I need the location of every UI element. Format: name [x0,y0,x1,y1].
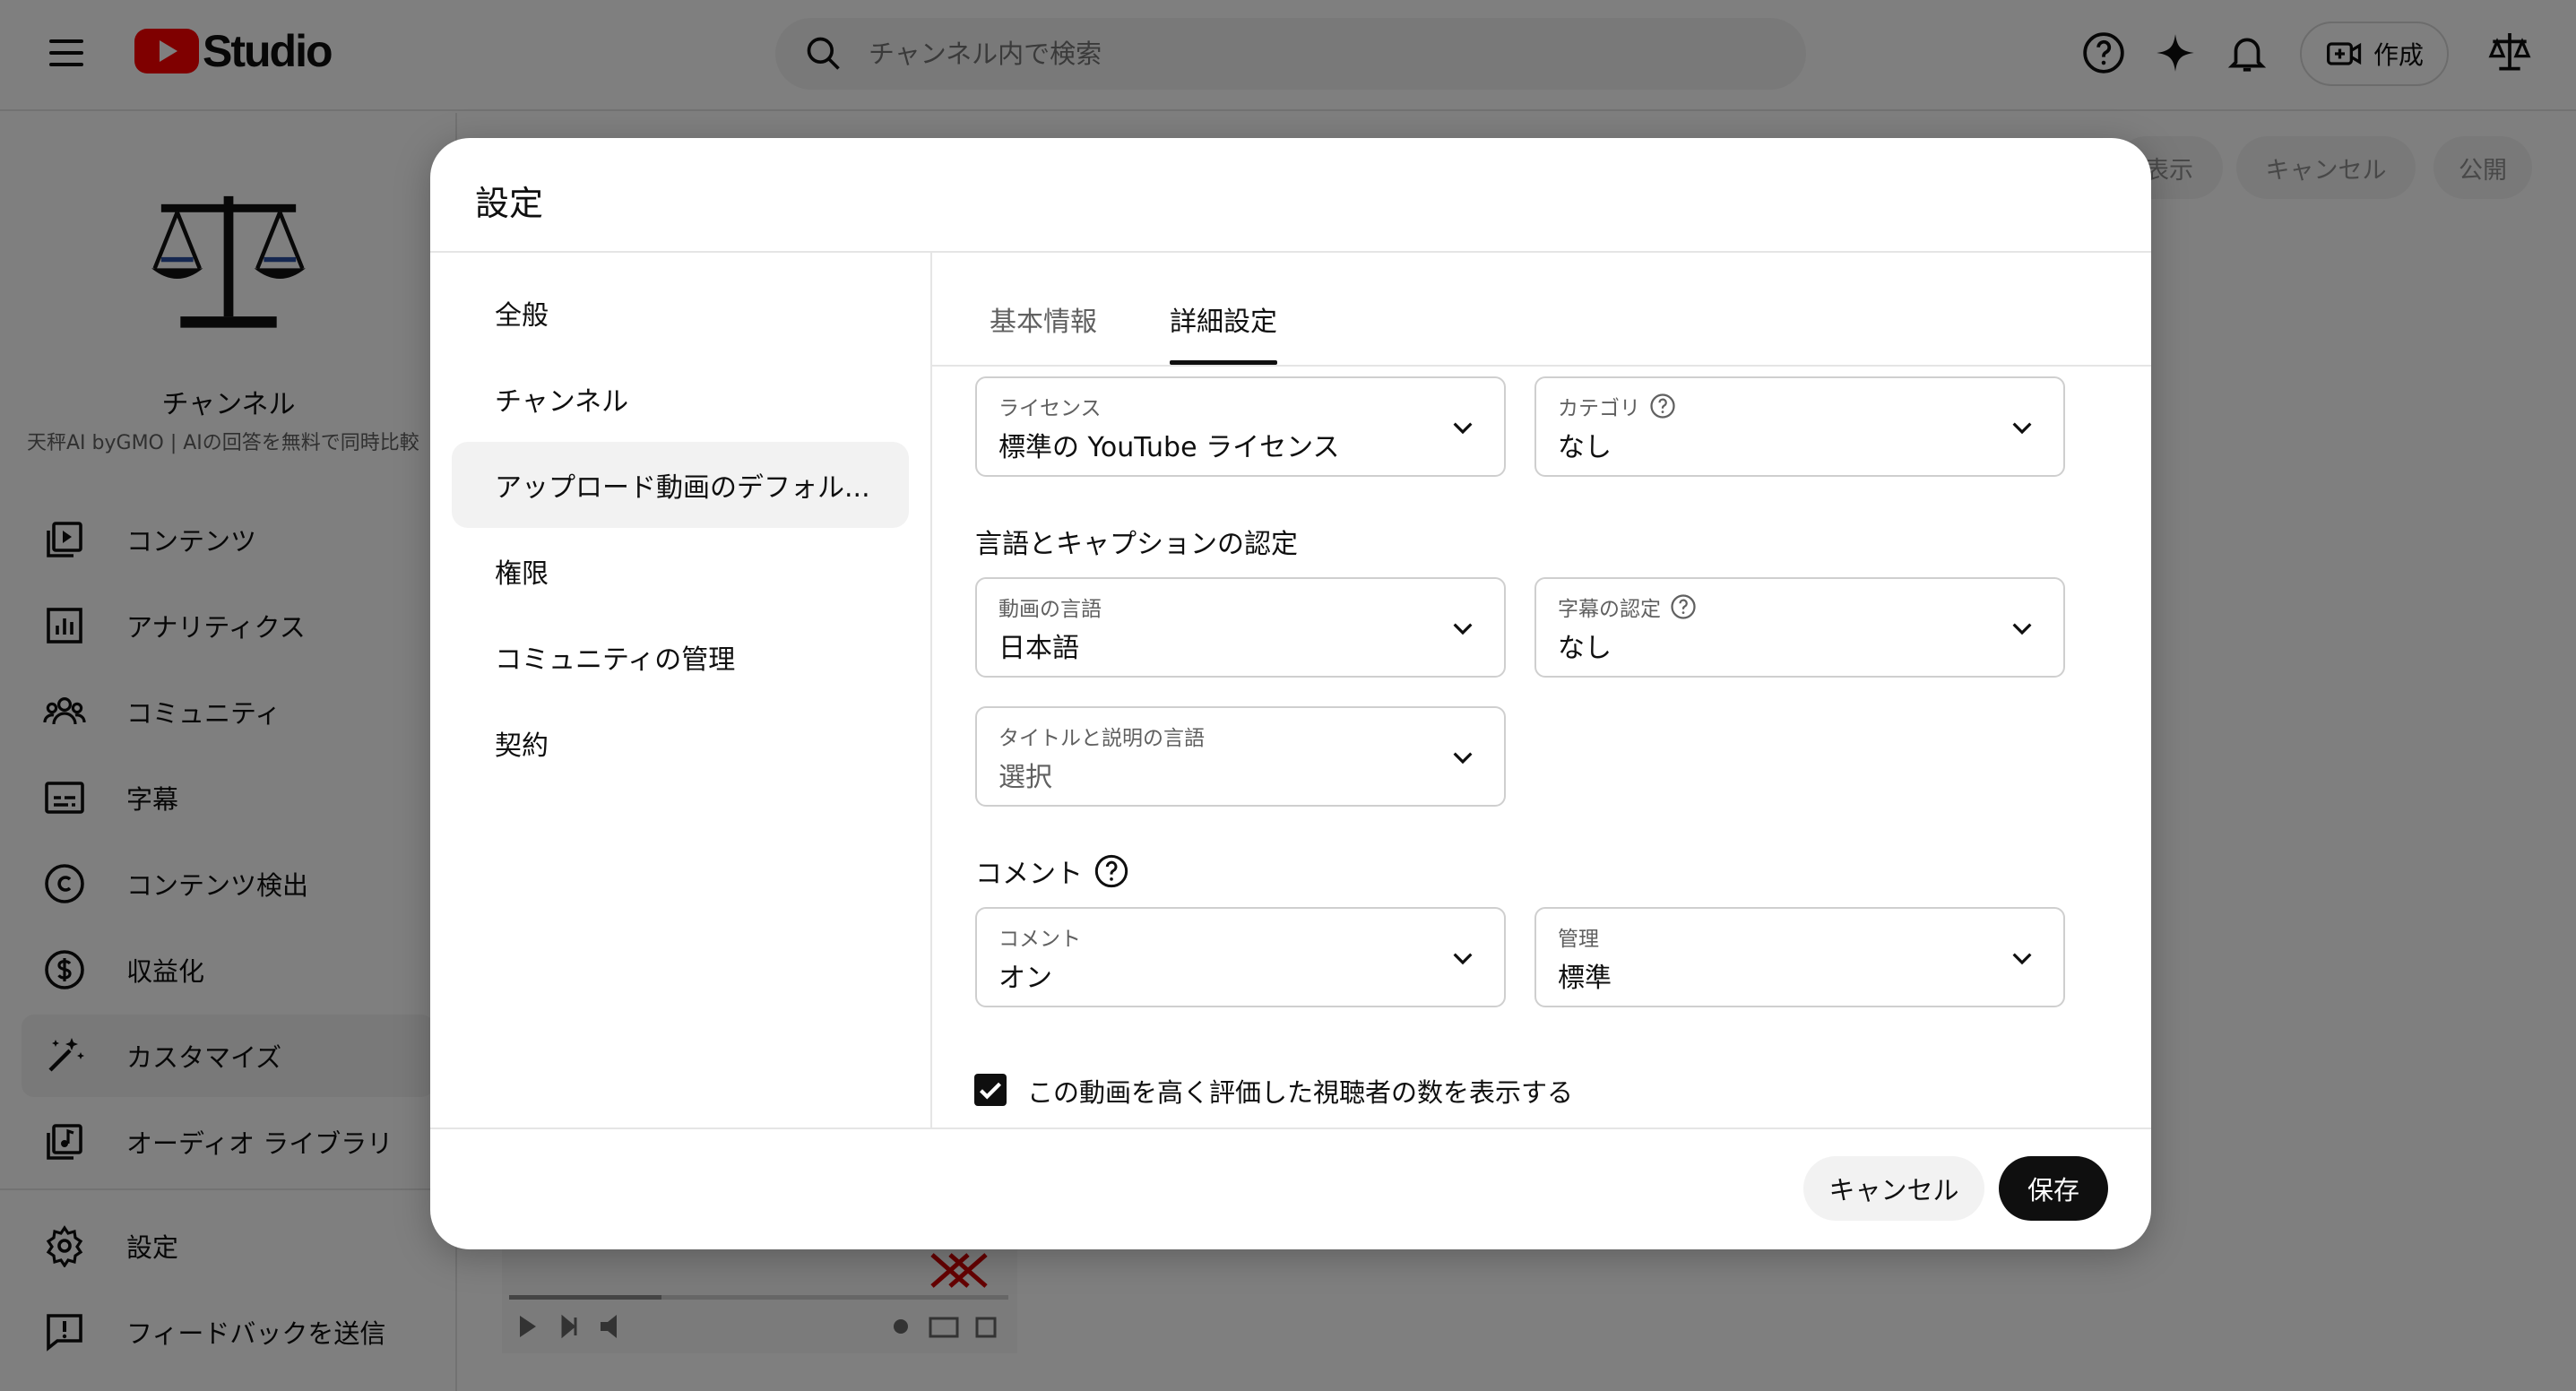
chevron-down-icon [2012,422,2032,435]
chevron-down-icon [1453,752,1473,765]
moderation-value: 標準 [1558,963,1612,994]
comments-dropdown[interactable]: コメント オン [975,907,1506,1007]
nav-item-channel[interactable]: チャンネル [452,356,909,442]
show-likes-checkbox[interactable] [974,1074,1007,1106]
save-button[interactable]: 保存 [1999,1156,2108,1221]
cancel-button[interactable]: キャンセル [1803,1156,1984,1221]
video-language-dropdown[interactable]: 動画の言語 日本語 [975,577,1506,678]
title-description-language-dropdown[interactable]: タイトルと説明の言語 選択 [975,706,1506,807]
caption-certification-label: 字幕の認定 [1558,592,1697,622]
category-dropdown[interactable]: カテゴリ なし [1534,376,2065,477]
nav-divider [930,253,932,1127]
chevron-down-icon [2012,623,2032,635]
help-icon[interactable] [1094,853,1129,889]
video-language-value: 日本語 [998,633,1079,664]
comments-label: コメント [998,928,1081,951]
nav-item-permissions[interactable]: 権限 [452,528,909,614]
settings-dialog: 設定 全般 チャンネル アップロード動画のデフォル... 権限 コミュニティの管… [430,138,2151,1249]
tab-basic-info[interactable]: 基本情報 [990,299,1097,339]
chevron-down-icon [1453,623,1473,635]
dialog-footer-divider [430,1127,2151,1129]
help-icon[interactable] [1649,393,1676,419]
dialog-title: 設定 [475,184,544,223]
caption-certification-dropdown[interactable]: 字幕の認定 なし [1534,577,2065,678]
category-value: なし [1558,432,1612,463]
moderation-dropdown[interactable]: 管理 標準 [1534,907,2065,1007]
license-value: 標準の YouTube ライセンス [998,432,1340,463]
title-language-value: 選択 [998,762,1052,793]
chevron-down-icon [1453,422,1473,435]
show-likes-label: この動画を高く評価した視聴者の数を表示する [1027,1077,1574,1108]
dialog-header-divider [430,251,2151,253]
video-language-label: 動画の言語 [998,598,1102,621]
nav-item-community-moderation[interactable]: コミュニティの管理 [452,614,909,700]
license-dropdown[interactable]: ライセンス 標準の YouTube ライセンス [975,376,1506,477]
checkmark-icon [980,1082,1001,1100]
nav-item-upload-defaults[interactable]: アップロード動画のデフォル... [452,442,909,528]
nav-item-general[interactable]: 全般 [452,270,909,356]
tabs-divider [932,365,2151,367]
nav-item-agreements[interactable]: 契約 [452,700,909,786]
title-language-label: タイトルと説明の言語 [998,727,1205,750]
tab-advanced-settings[interactable]: 詳細設定 [1170,299,1277,339]
help-icon[interactable] [1670,593,1697,620]
category-label: カテゴリ [1558,391,1676,421]
language-captions-heading: 言語とキャプションの認定 [975,529,1298,560]
moderation-label: 管理 [1558,928,1599,951]
chevron-down-icon [2012,953,2032,965]
comments-value: オン [998,963,1052,994]
comments-heading: コメント [975,851,1129,891]
chevron-down-icon [1453,953,1473,965]
caption-certification-value: なし [1558,633,1612,664]
license-label: ライセンス [998,397,1102,420]
